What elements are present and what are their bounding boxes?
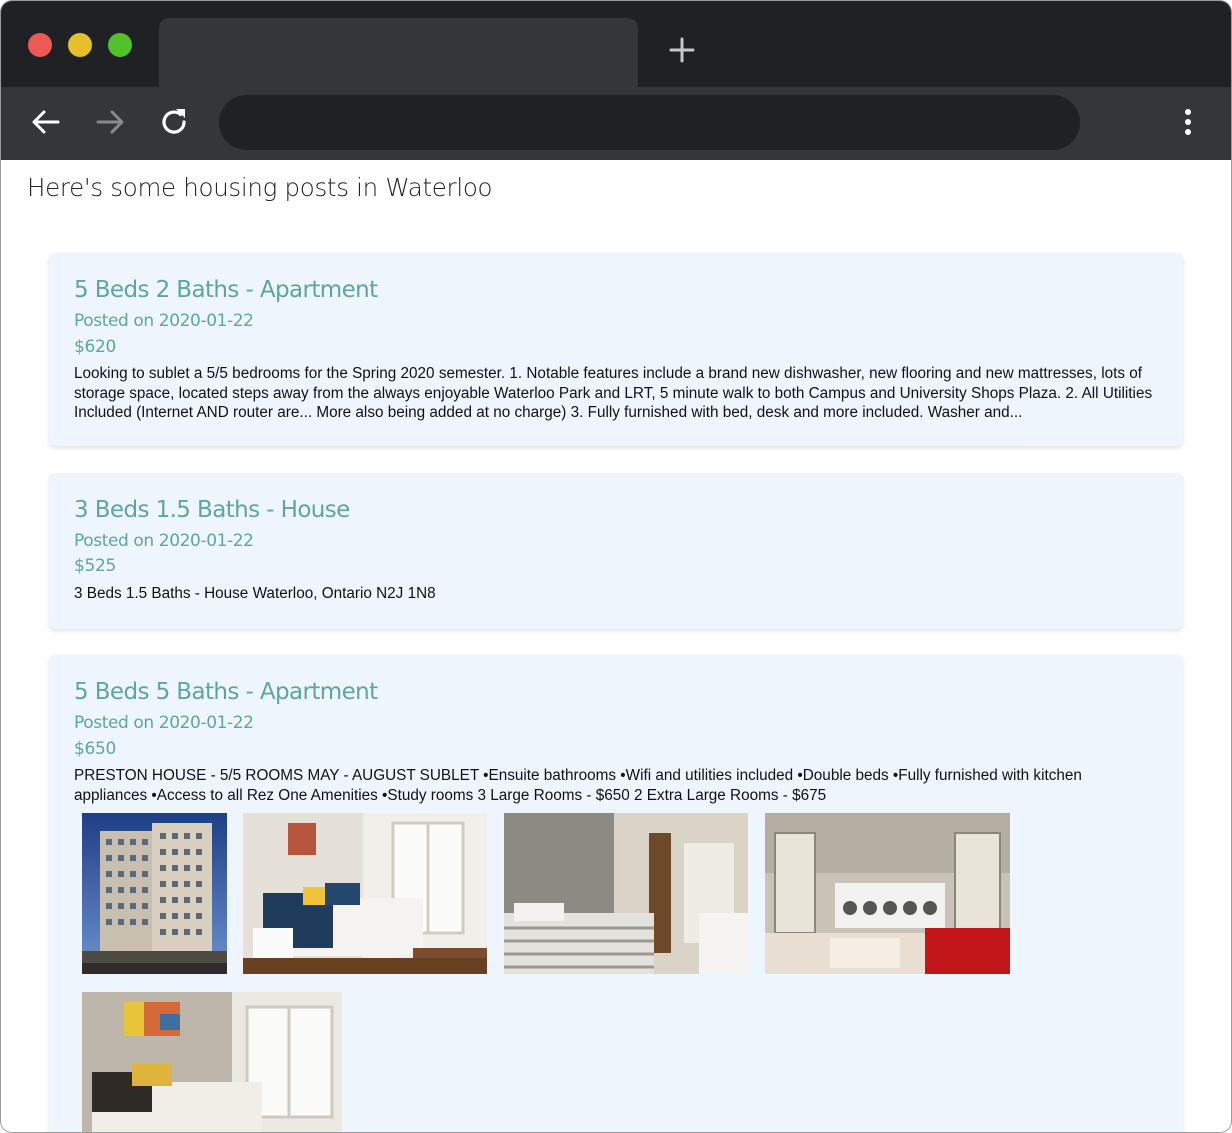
post-date: Posted on 2020-01-22	[74, 531, 254, 551]
post-price: $650	[74, 739, 117, 759]
post-card[interactable]: 5 Beds 2 Baths - Apartment Posted on 202…	[49, 253, 1183, 446]
arrow-right-icon[interactable]	[93, 105, 127, 139]
address-bar[interactable]	[219, 95, 1080, 150]
post-date: Posted on 2020-01-22	[74, 713, 254, 733]
post-description: 3 Beds 1.5 Baths - House Waterloo, Ontar…	[74, 585, 436, 602]
page-content: Here's some housing posts in Waterloo 5 …	[1, 160, 1231, 1132]
plus-icon[interactable]	[667, 35, 697, 65]
post-date: Posted on 2020-01-22	[74, 311, 254, 331]
minimize-window-button[interactable]	[68, 33, 92, 57]
browser-window: Here's some housing posts in Waterloo 5 …	[0, 0, 1232, 1133]
arrow-left-icon[interactable]	[29, 105, 63, 139]
browser-tab[interactable]	[159, 18, 638, 88]
page-title: Here's some housing posts in Waterloo	[27, 173, 493, 202]
maximize-window-button[interactable]	[108, 33, 132, 57]
post-title[interactable]: 5 Beds 5 Baths - Apartment	[74, 679, 378, 705]
bedroom-photo[interactable]	[504, 813, 748, 974]
close-window-button[interactable]	[28, 33, 52, 57]
post-title[interactable]: 5 Beds 2 Baths - Apartment	[74, 277, 378, 303]
browser-toolbar	[1, 87, 1231, 160]
laundry-lounge-photo[interactable]	[765, 813, 1010, 974]
building-exterior-photo[interactable]	[82, 813, 227, 974]
reload-icon[interactable]	[157, 105, 191, 139]
bedroom-photo[interactable]	[82, 992, 342, 1132]
post-card[interactable]: 3 Beds 1.5 Baths - House Posted on 2020-…	[49, 473, 1183, 629]
post-title[interactable]: 3 Beds 1.5 Baths - House	[74, 497, 350, 523]
post-card[interactable]: 5 Beds 5 Baths - Apartment Posted on 202…	[49, 655, 1183, 1132]
post-description: Looking to sublet a 5/5 bedrooms for the…	[74, 365, 1153, 421]
post-price: $525	[74, 556, 117, 576]
title-bar	[1, 1, 1231, 88]
more-vertical-icon[interactable]	[1173, 105, 1203, 139]
post-price: $620	[74, 337, 117, 357]
post-description: PRESTON HOUSE - 5/5 ROOMS MAY - AUGUST S…	[74, 767, 1082, 804]
bedroom-photo[interactable]	[243, 813, 487, 974]
